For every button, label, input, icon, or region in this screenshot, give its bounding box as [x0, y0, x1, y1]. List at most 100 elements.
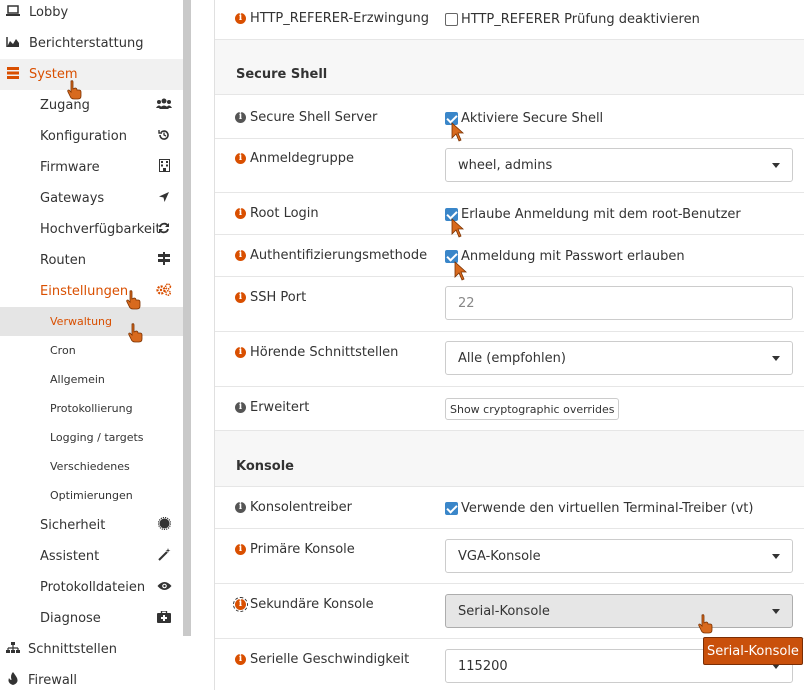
info-icon[interactable]: i	[233, 597, 248, 612]
cogs-icon	[155, 283, 173, 300]
info-icon[interactable]: i	[235, 250, 246, 261]
nav-cron[interactable]: Cron	[0, 336, 183, 365]
http-referer-checkbox-group[interactable]: HTTP_REFERER Prüfung deaktivieren	[445, 12, 700, 27]
secondary-console-select[interactable]: Serial-Konsole	[445, 594, 793, 628]
nav-logging-label: Protokollierung	[50, 402, 133, 415]
info-icon[interactable]: i	[235, 292, 246, 303]
sidebar-scrollbar[interactable]	[183, 0, 191, 636]
nav-diagnostics[interactable]: Diagnose	[0, 603, 183, 634]
nav-gateways[interactable]: Gateways	[0, 183, 183, 214]
login-group-value: wheel, admins	[458, 157, 553, 173]
auth-method-checkbox[interactable]	[445, 250, 458, 263]
http-referer-checkbox-label: HTTP_REFERER Prüfung deaktivieren	[461, 12, 700, 27]
nav-routes[interactable]: Routen	[0, 245, 183, 276]
medkit-icon	[155, 609, 173, 627]
caret-down-icon	[772, 554, 780, 559]
root-login-checkbox[interactable]	[445, 208, 458, 221]
console-driver-checkbox-group[interactable]: Verwende den virtuellen Terminal-Treiber…	[445, 501, 753, 516]
nav-routes-label: Routen	[40, 253, 86, 268]
info-icon[interactable]: i	[235, 153, 246, 164]
primary-console-label: i Primäre Konsole	[235, 542, 355, 557]
nav-administration[interactable]: Verwaltung	[0, 307, 183, 336]
auth-method-checkbox-group[interactable]: Anmeldung mit Passwort erlauben	[445, 249, 685, 264]
nav-access[interactable]: Zugang	[0, 90, 183, 121]
nav-interfaces[interactable]: Schnittstellen	[0, 634, 183, 665]
nav-logging-targets-label: Logging / targets	[50, 431, 144, 444]
http-referer-checkbox[interactable]	[445, 13, 458, 26]
nav-firmware[interactable]: Firmware	[0, 152, 183, 183]
auth-method-checkbox-label: Anmeldung mit Passwort erlauben	[461, 249, 685, 264]
nav-logging-targets[interactable]: Logging / targets	[0, 423, 183, 452]
nav-system-label: System	[29, 67, 78, 82]
console-driver-checkbox[interactable]	[445, 502, 458, 515]
map-signs-icon	[155, 252, 173, 269]
users-icon	[155, 98, 173, 114]
nav-wizard-label: Assistent	[40, 549, 100, 564]
magic-icon	[155, 548, 173, 565]
nav-settings[interactable]: Einstellungen	[0, 276, 183, 307]
sitemap-icon	[4, 641, 22, 658]
login-group-select[interactable]: wheel, admins	[445, 148, 793, 182]
section-console-title: Konsole	[236, 459, 294, 474]
ssh-server-checkbox[interactable]	[445, 112, 458, 125]
info-icon[interactable]: i	[235, 208, 246, 219]
nav-reporting-label: Berichterstattung	[29, 36, 144, 51]
laptop-icon	[4, 4, 22, 21]
login-group-label: i Anmeldegruppe	[235, 151, 354, 166]
row-ssh-port: i SSH Port 22	[215, 277, 804, 332]
nav-system[interactable]: System	[0, 59, 183, 90]
section-secure-shell-title: Secure Shell	[236, 67, 328, 82]
info-icon[interactable]: i	[235, 112, 246, 123]
root-login-checkbox-label: Erlaube Anmeldung mit dem root-Benutzer	[461, 207, 741, 222]
advanced-label-text: Erweitert	[250, 400, 310, 415]
nav-general[interactable]: Allgemein	[0, 365, 183, 394]
nav-configuration[interactable]: Konfiguration	[0, 121, 183, 152]
info-icon[interactable]: i	[235, 347, 246, 358]
nav-log-files[interactable]: Protokolldateien	[0, 572, 183, 603]
nav-logging[interactable]: Protokollierung	[0, 394, 183, 423]
ssh-server-label: i Secure Shell Server	[235, 110, 377, 125]
info-icon[interactable]: i	[235, 502, 246, 513]
info-icon[interactable]: i	[235, 654, 246, 665]
row-secondary-console: i Sekundäre Konsole Serial-Konsole	[215, 584, 804, 639]
login-group-label-text: Anmeldegruppe	[250, 151, 354, 166]
nav-security[interactable]: Sicherheit	[0, 510, 183, 541]
nav-firewall[interactable]: Firewall	[0, 665, 183, 690]
info-icon[interactable]: i	[235, 544, 246, 555]
console-driver-label: i Konsolentreiber	[235, 500, 352, 515]
info-icon[interactable]: i	[235, 402, 246, 413]
show-crypto-overrides-button[interactable]: Show cryptographic overrides	[445, 398, 620, 420]
nav-firewall-label: Firewall	[28, 673, 78, 688]
ssh-port-placeholder: 22	[458, 295, 475, 311]
ssh-port-label-text: SSH Port	[250, 290, 307, 305]
nav-high-availability[interactable]: Hochverfügbarkeit	[0, 214, 183, 245]
nav-reporting[interactable]: Berichterstattung	[0, 28, 183, 59]
tooltip: Serial-Konsole	[703, 637, 803, 665]
nav-miscellaneous[interactable]: Verschiedenes	[0, 452, 183, 481]
http-referer-label: i HTTP_REFERER-Erzwingung	[235, 11, 429, 26]
nav-tunables[interactable]: Optimierungen	[0, 481, 183, 510]
info-icon[interactable]: i	[235, 13, 246, 24]
nav-high-availability-label: Hochverfügbarkeit	[40, 222, 161, 237]
primary-console-label-text: Primäre Konsole	[250, 542, 355, 557]
ssh-server-checkbox-group[interactable]: Aktiviere Secure Shell	[445, 111, 603, 126]
ssh-port-input[interactable]: 22	[445, 286, 793, 320]
certificate-icon	[155, 516, 173, 534]
secondary-console-label: i Sekundäre Konsole	[233, 597, 374, 612]
nav-lobby[interactable]: Lobby	[0, 0, 183, 28]
root-login-label-text: Root Login	[250, 206, 319, 221]
nav-interfaces-label: Schnittstellen	[28, 642, 118, 657]
nav-miscellaneous-label: Verschiedenes	[50, 460, 130, 473]
refresh-icon	[155, 222, 173, 238]
root-login-checkbox-group[interactable]: Erlaube Anmeldung mit dem root-Benutzer	[445, 207, 741, 222]
serial-speed-label: i Serielle Geschwindigkeit	[235, 652, 409, 667]
sidebar: Lobby Berichterstattung System Zugang Ko…	[0, 0, 196, 690]
nav-tunables-label: Optimierungen	[50, 489, 133, 502]
console-driver-label-text: Konsolentreiber	[250, 500, 353, 515]
advanced-label: i Erweitert	[235, 400, 309, 415]
primary-console-select[interactable]: VGA-Konsole	[445, 539, 793, 573]
nav-wizard[interactable]: Assistent	[0, 541, 183, 572]
row-advanced: i Erweitert Show cryptographic overrides	[215, 387, 804, 431]
row-http-referer: i HTTP_REFERER-Erzwingung HTTP_REFERER P…	[215, 0, 804, 40]
listen-interfaces-select[interactable]: Alle (empfohlen)	[445, 341, 793, 375]
